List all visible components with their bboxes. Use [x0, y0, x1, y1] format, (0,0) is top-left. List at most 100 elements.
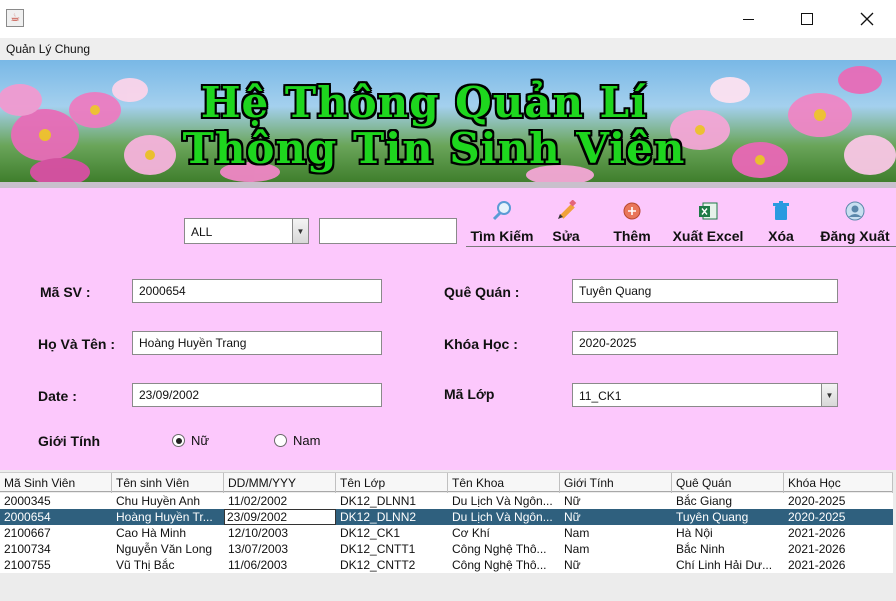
window-titlebar: ☕ — [0, 0, 896, 38]
column-header[interactable]: Mã Sinh Viên — [0, 473, 112, 493]
table-cell[interactable]: Du Lịch Và Ngôn... — [448, 509, 560, 525]
gender-male-label: Nam — [293, 433, 321, 448]
class-label: Mã Lớp — [444, 386, 495, 402]
column-header[interactable]: Quê Quán — [672, 473, 784, 493]
export-excel-button-label: Xuất Excel — [672, 228, 744, 244]
banner-title-line1: Hệ Thông Quản Lí — [200, 78, 648, 127]
class-combo[interactable]: 11_CK1 ▼ — [572, 383, 838, 407]
column-header[interactable]: Tên Lớp — [336, 473, 448, 493]
table-cell[interactable]: 12/10/2003 — [224, 525, 336, 541]
trash-icon — [773, 201, 789, 220]
table-cell[interactable]: DK12_CNTT1 — [336, 541, 448, 557]
logout-button-label: Đăng Xuất — [820, 228, 890, 244]
edit-button-label: Sửa — [552, 228, 580, 244]
table-cell-editor[interactable]: 23/09/2002 — [224, 509, 336, 525]
close-icon — [860, 12, 874, 26]
edit-button[interactable]: Sửa — [548, 200, 584, 244]
delete-button[interactable]: Xóa — [764, 200, 798, 244]
table-cell[interactable]: 2020-2025 — [784, 509, 893, 525]
column-header[interactable]: Giới Tính — [560, 473, 672, 493]
date-field[interactable]: 23/09/2002 — [132, 383, 382, 407]
table-cell[interactable]: Nam — [560, 525, 672, 541]
table-cell[interactable]: Bắc Ninh — [672, 541, 784, 557]
table-cell[interactable]: Cơ Khí — [448, 525, 560, 541]
excel-icon — [699, 202, 718, 220]
table-row[interactable]: 2100755 Vũ Thị Bắc 11/06/2003 DK12_CNTT2… — [0, 557, 893, 573]
minimize-button[interactable] — [719, 0, 777, 38]
table-cell[interactable]: Chu Huyền Anh — [112, 493, 224, 509]
table-cell[interactable]: Nam — [560, 541, 672, 557]
add-button[interactable]: Thêm — [609, 200, 655, 244]
table-cell[interactable]: Bắc Giang — [672, 493, 784, 509]
minimize-icon — [742, 18, 754, 20]
gender-male-radio[interactable]: Nam — [274, 433, 320, 448]
close-button[interactable] — [838, 0, 896, 38]
radio-unselected-icon — [274, 434, 287, 447]
table-cell[interactable]: 13/07/2003 — [224, 541, 336, 557]
table-cell[interactable]: Công Nghệ Thô... — [448, 557, 560, 573]
maximize-icon — [801, 13, 813, 25]
gender-female-radio[interactable]: Nữ — [172, 433, 209, 448]
column-header[interactable]: Tên sinh Viên — [112, 473, 224, 493]
toolbar-divider — [466, 246, 896, 247]
table-row[interactable]: 2100667 Cao Hà Minh 12/10/2003 DK12_CK1 … — [0, 525, 893, 541]
student-id-label: Mã SV : — [40, 284, 91, 300]
table-cell[interactable]: 2100734 — [0, 541, 112, 557]
table-cell[interactable]: Du Lịch Và Ngôn... — [448, 493, 560, 509]
table-cell[interactable]: DK12_CK1 — [336, 525, 448, 541]
chevron-down-icon[interactable]: ▼ — [292, 219, 308, 243]
menu-bar: Quản Lý Chung — [0, 38, 896, 60]
table-cell[interactable]: DK12_CNTT2 — [336, 557, 448, 573]
table-cell[interactable]: 11/06/2003 — [224, 557, 336, 573]
table-cell[interactable]: 2020-2025 — [784, 493, 893, 509]
table-row[interactable]: 2100734 Nguyễn Văn Long 13/07/2003 DK12_… — [0, 541, 893, 557]
search-filter-combo[interactable]: ALL ▼ — [184, 218, 309, 244]
table-cell[interactable]: 2021-2026 — [784, 541, 893, 557]
student-table: Mã Sinh Viên Tên sinh Viên DD/MM/YYY Tên… — [0, 470, 896, 601]
table-cell[interactable]: 11/02/2002 — [224, 493, 336, 509]
column-header[interactable]: DD/MM/YYY — [224, 473, 336, 493]
search-input[interactable] — [319, 218, 457, 244]
export-excel-button[interactable]: Xuất Excel — [670, 200, 746, 244]
table-cell[interactable]: Nữ — [560, 493, 672, 509]
table-cell[interactable]: Chí Linh Hải Dư... — [672, 557, 784, 573]
table-cell[interactable]: 2000654 — [0, 509, 112, 525]
table-cell[interactable]: Hà Nội — [672, 525, 784, 541]
add-circle-icon — [623, 202, 641, 220]
column-header[interactable]: Khóa Học — [784, 473, 893, 493]
table-cell[interactable]: Cao Hà Minh — [112, 525, 224, 541]
table-cell[interactable]: 2100667 — [0, 525, 112, 541]
table-cell[interactable]: 2100755 — [0, 557, 112, 573]
gender-female-label: Nữ — [191, 433, 210, 448]
hometown-field[interactable]: Tuyên Quang — [572, 279, 838, 303]
table-cell[interactable]: Hoàng Huyền Tr... — [112, 509, 224, 525]
table-cell[interactable]: 2021-2026 — [784, 525, 893, 541]
table-cell[interactable]: 2021-2026 — [784, 557, 893, 573]
logout-button[interactable]: Đăng Xuất — [816, 200, 894, 244]
table-cell[interactable]: Công Nghệ Thô... — [448, 541, 560, 557]
name-label: Họ Và Tên : — [38, 336, 116, 352]
chevron-down-icon[interactable]: ▼ — [821, 384, 837, 406]
table-cell[interactable]: DK12_DLNN1 — [336, 493, 448, 509]
delete-button-label: Xóa — [768, 228, 794, 244]
course-field[interactable]: 2020-2025 — [572, 331, 838, 355]
table-cell[interactable]: Nguyễn Văn Long — [112, 541, 224, 557]
table-row[interactable]: 2000345 Chu Huyền Anh 11/02/2002 DK12_DL… — [0, 493, 893, 509]
maximize-button[interactable] — [778, 0, 836, 38]
table-cell[interactable]: DK12_DLNN2 — [336, 509, 448, 525]
name-field[interactable]: Hoàng Huyền Trang — [132, 331, 382, 355]
table-cell[interactable]: Vũ Thị Bắc — [112, 557, 224, 573]
course-label: Khóa Học : — [444, 336, 518, 352]
table-cell[interactable]: 2000345 — [0, 493, 112, 509]
hometown-label: Quê Quán : — [444, 284, 520, 300]
search-button[interactable]: Tìm Kiếm — [470, 200, 534, 244]
table-cell[interactable]: Nữ — [560, 509, 672, 525]
table-cell[interactable]: Nữ — [560, 557, 672, 573]
student-id-field[interactable]: 2000654 — [132, 279, 382, 303]
table-cell[interactable]: Tuyên Quang — [672, 509, 784, 525]
menu-quan-ly-chung[interactable]: Quản Lý Chung — [6, 42, 90, 56]
magnifier-icon — [492, 201, 511, 221]
table-row-selected[interactable]: 2000654 Hoàng Huyền Tr... 23/09/2002 DK1… — [0, 509, 893, 525]
java-icon[interactable]: ☕ — [6, 9, 24, 27]
column-header[interactable]: Tên Khoa — [448, 473, 560, 493]
